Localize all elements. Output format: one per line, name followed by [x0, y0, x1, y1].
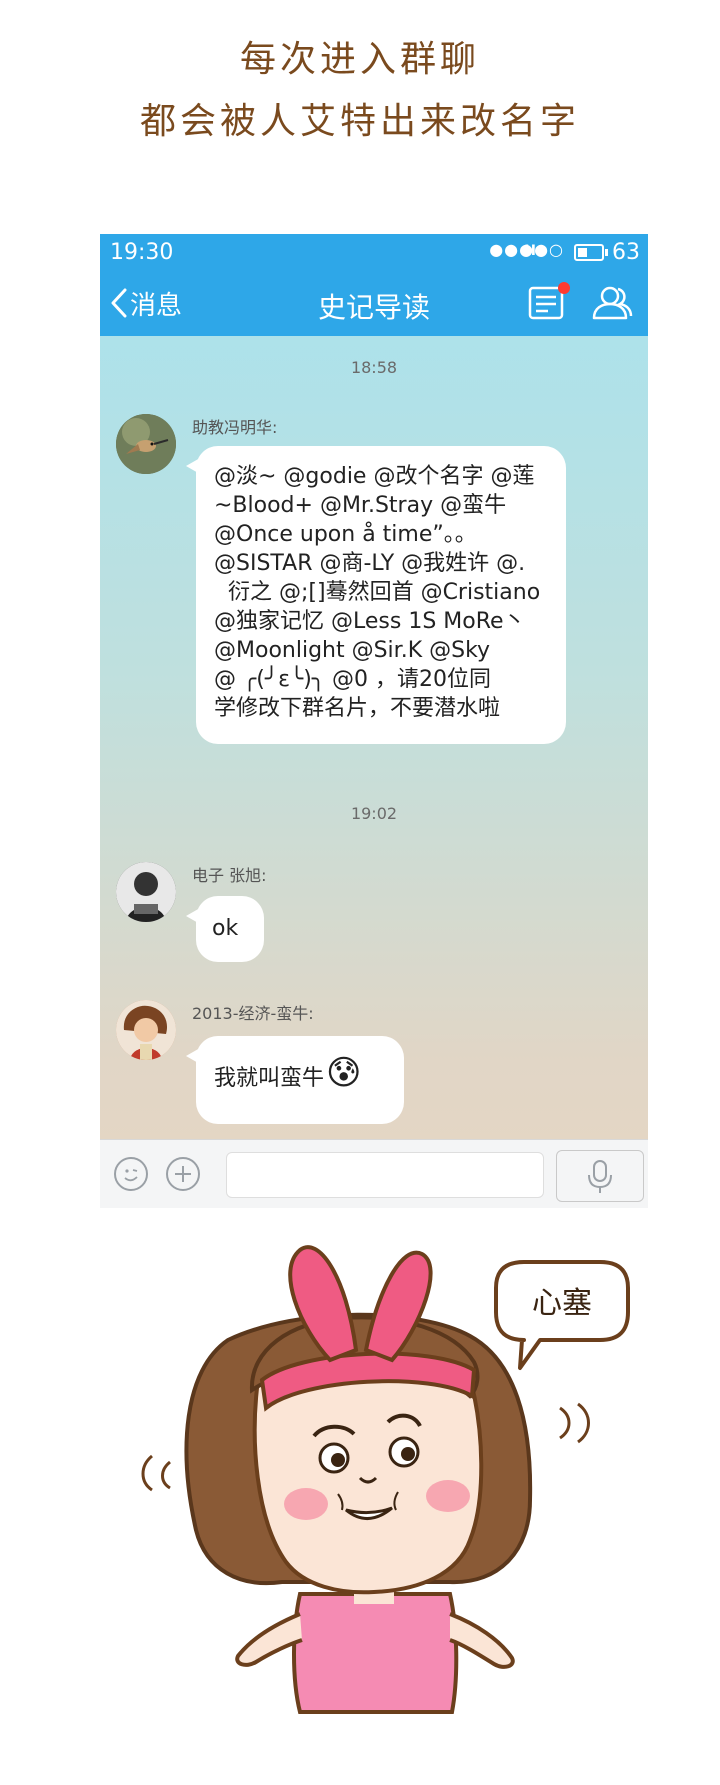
- fearful-face-emoji: 😰: [326, 1053, 362, 1093]
- plus-button[interactable]: [166, 1157, 200, 1191]
- message-input-bar: [100, 1139, 648, 1208]
- caption-line-1: 每次进入群聊: [239, 39, 480, 80]
- cartoon-girl-illustration: 心塞: [141, 1245, 630, 1714]
- speech-bubble-text: 心塞: [532, 1286, 592, 1321]
- battery-icon: [574, 244, 608, 261]
- microphone-icon: [588, 1160, 612, 1193]
- message-timestamp: 18:58: [350, 358, 398, 377]
- message-bubble[interactable]: 我就叫蛮牛 😰: [186, 1036, 404, 1124]
- avatar[interactable]: [116, 414, 176, 474]
- cartoon-avatar-icon: [116, 1000, 176, 1060]
- sender-name: 2013-经济-蛮牛:: [192, 1004, 314, 1023]
- group-members-button[interactable]: [590, 284, 634, 322]
- avatar[interactable]: [116, 1000, 176, 1060]
- battery-level: 63: [612, 240, 640, 265]
- phone-screenshot: 19:30 H ●●●●○ 63 消息 史记导读 18:58 助教冯明华: @淡…: [100, 234, 648, 1208]
- group-members-icon: [592, 286, 633, 320]
- emoji-button[interactable]: [114, 1157, 148, 1191]
- signal-strength-icon: ●●●●○: [489, 240, 564, 259]
- emoji-icon: [124, 1169, 138, 1182]
- message-text: ok: [212, 916, 239, 941]
- status-time: 19:30: [110, 240, 174, 265]
- avatar[interactable]: [116, 862, 176, 922]
- chat-header: 消息 史记导读: [100, 270, 648, 336]
- hummingbird-avatar-icon: [116, 414, 176, 474]
- message-timestamp: 19:02: [350, 804, 398, 823]
- sender-name: 电子 张旭:: [192, 866, 267, 885]
- message-text: 我就叫蛮牛: [214, 1066, 325, 1091]
- speech-bubble: 心塞: [494, 1260, 630, 1370]
- sender-name: 助教冯明华:: [192, 418, 278, 437]
- message-text: @淡~ @godie @改个名字 @莲 ~Blood+ @Mr.Stray @蛮…: [214, 464, 541, 721]
- person-avatar-icon: [116, 862, 176, 922]
- message-input[interactable]: [226, 1152, 544, 1198]
- notification-dot: [558, 282, 570, 294]
- group-notice-button[interactable]: [528, 282, 570, 320]
- plus-icon: [175, 1166, 191, 1182]
- voice-button[interactable]: [556, 1150, 644, 1202]
- message-bubble[interactable]: ok: [186, 896, 264, 962]
- caption-line-2: 都会被人艾特出来改名字: [139, 101, 580, 142]
- status-bar: 19:30 H ●●●●○ 63: [100, 234, 648, 270]
- message-bubble[interactable]: @淡~ @godie @改个名字 @莲 ~Blood+ @Mr.Stray @蛮…: [186, 446, 566, 744]
